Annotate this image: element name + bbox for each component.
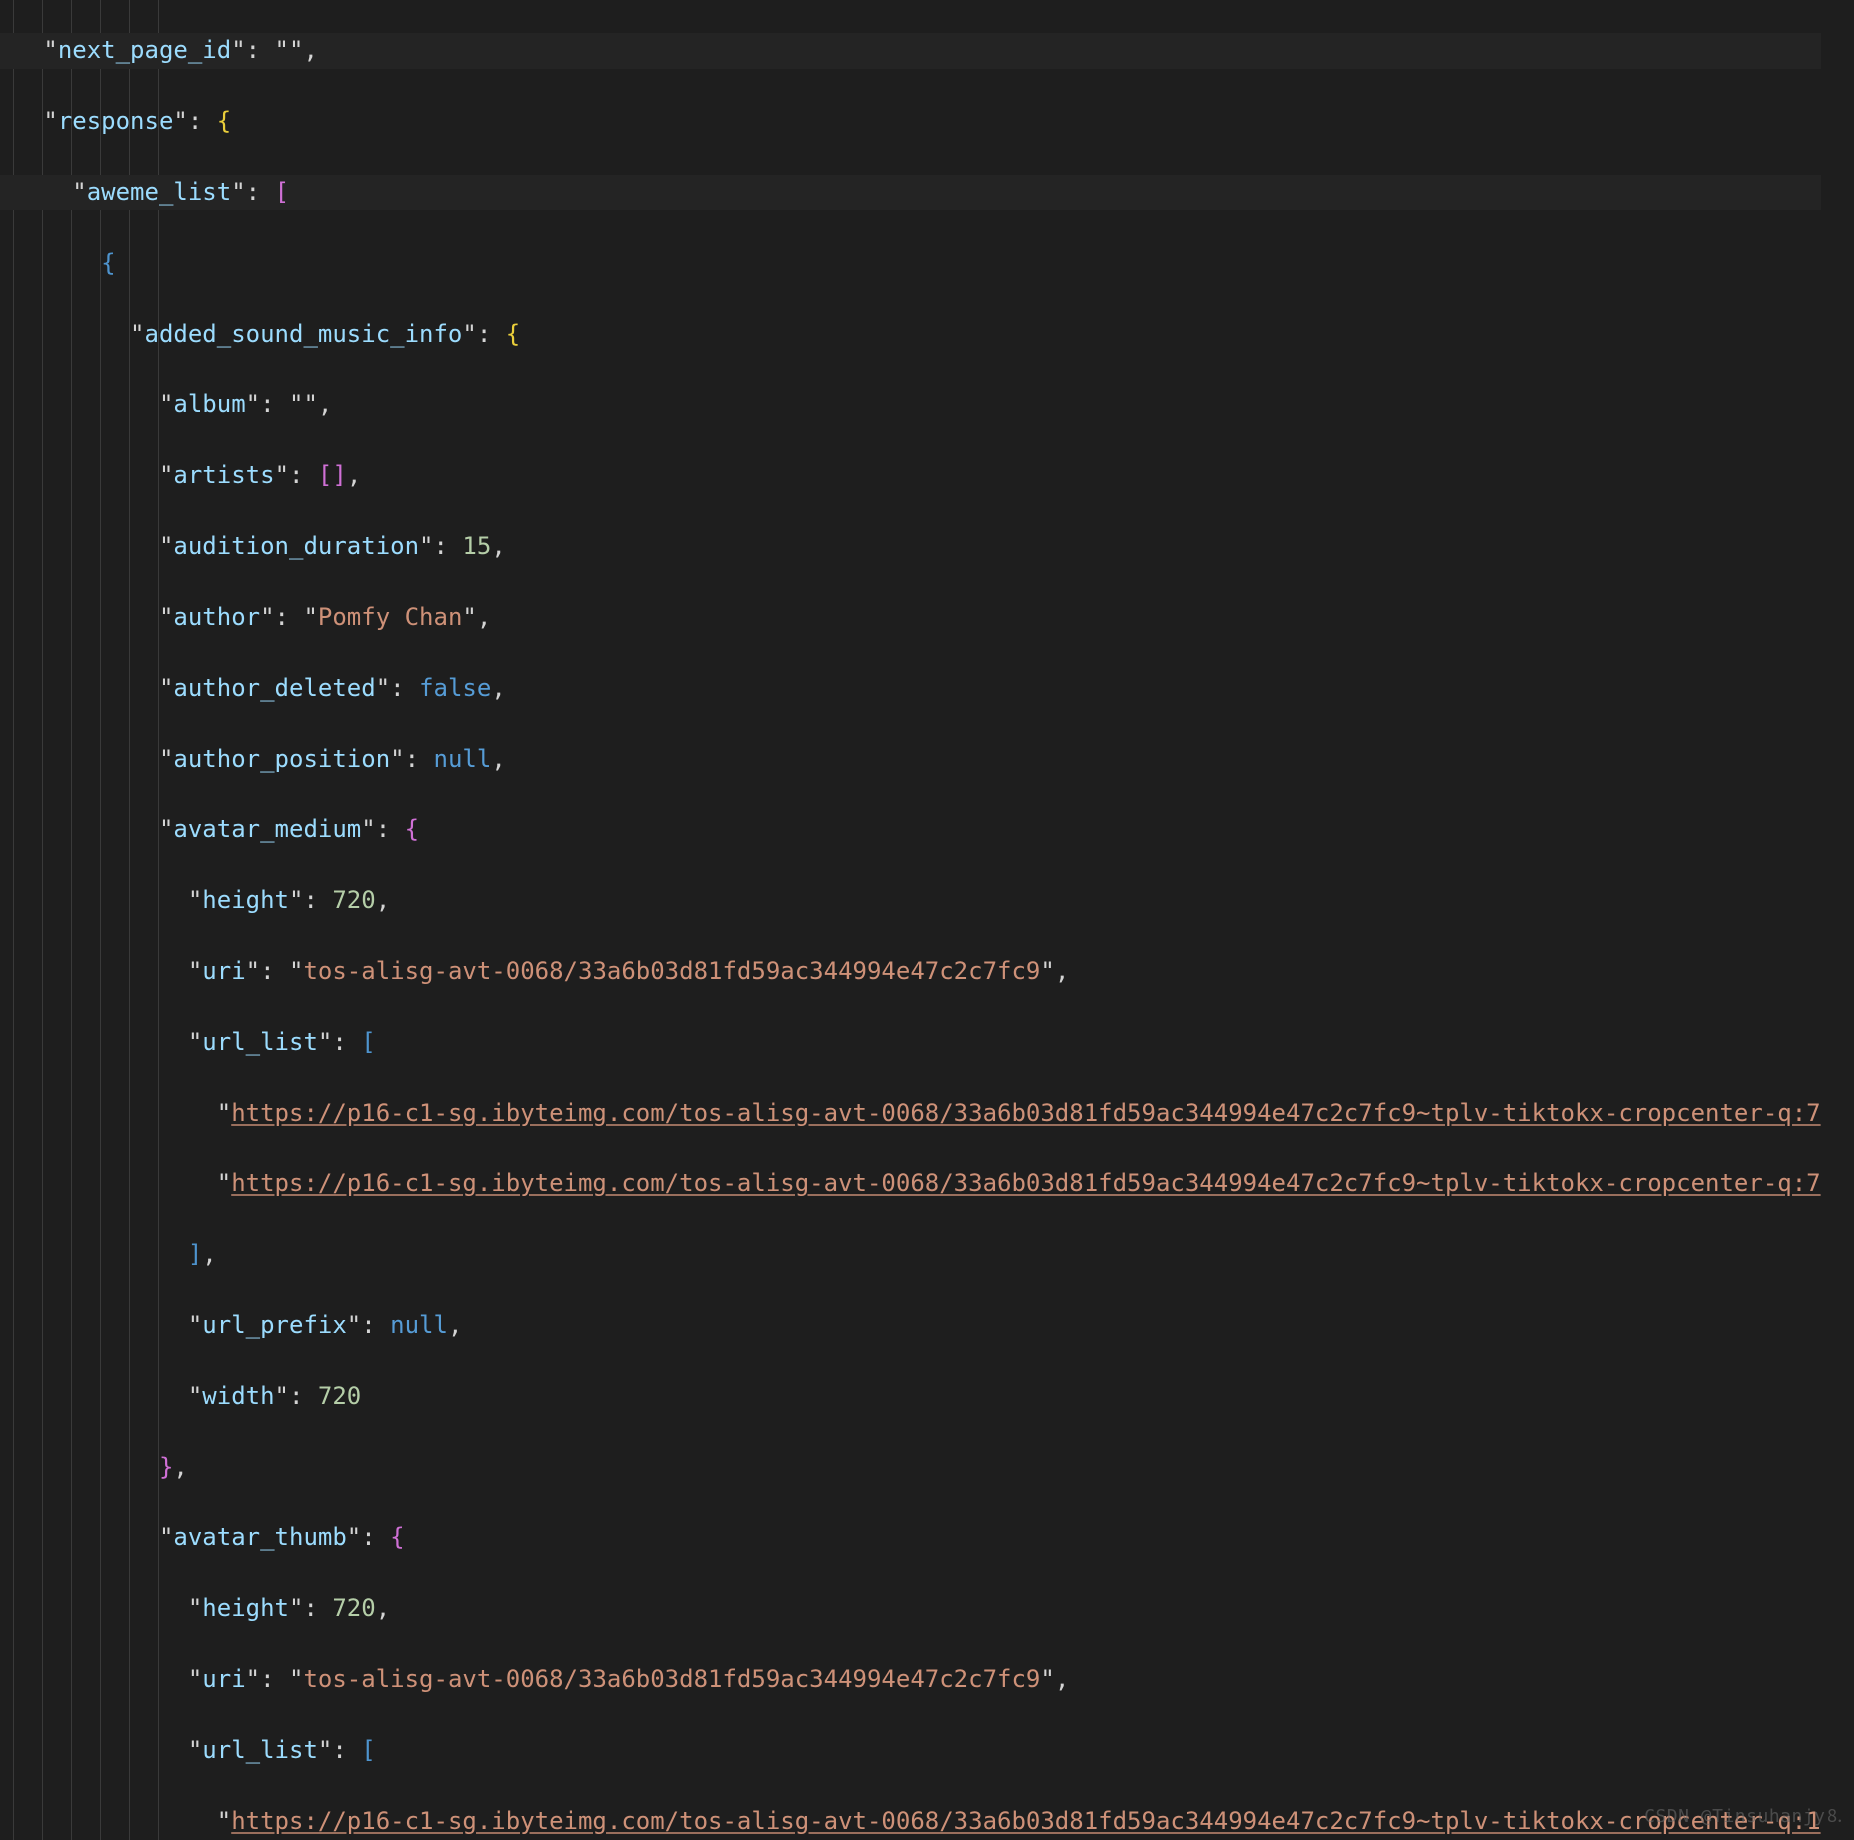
json-key: audition_duration — [173, 532, 419, 560]
json-key: next_page_id — [58, 36, 231, 64]
json-key: height — [202, 886, 289, 914]
json-code[interactable]: "next_page_id": "", "response": { "aweme… — [0, 0, 1821, 1840]
json-number: 15 — [462, 532, 491, 560]
json-url[interactable]: https://p16-c1-sg.ibyteimg.com/tos-alisg… — [231, 1099, 1820, 1127]
json-key: album — [173, 390, 245, 418]
json-url[interactable]: https://p16-c1-sg.ibyteimg.com/tos-alisg… — [231, 1169, 1820, 1197]
json-string: Pomfy Chan — [318, 603, 463, 631]
json-key: author — [173, 603, 260, 631]
json-key: uri — [202, 1665, 245, 1693]
json-key: height — [202, 1594, 289, 1622]
json-key: avatar_medium — [173, 815, 361, 843]
json-key: author_position — [173, 745, 390, 773]
json-number: 720 — [332, 1594, 375, 1622]
code-editor[interactable]: "next_page_id": "", "response": { "aweme… — [0, 0, 1854, 1840]
json-key: width — [202, 1382, 274, 1410]
json-key: uri — [202, 957, 245, 985]
json-number: 720 — [318, 1382, 361, 1410]
json-url[interactable]: https://p16-c1-sg.ibyteimg.com/tos-alisg… — [231, 1807, 1820, 1835]
json-string: tos-alisg-avt-0068/33a6b03d81fd59ac34499… — [303, 1665, 1040, 1693]
json-keyword: null — [390, 1311, 448, 1339]
json-keyword: false — [419, 674, 491, 702]
json-keyword: null — [434, 745, 492, 773]
watermark-text: CSDN @Tinsuhanjy⒏ — [1644, 1799, 1844, 1834]
json-key: added_sound_music_info — [145, 320, 463, 348]
json-key: author_deleted — [173, 674, 375, 702]
json-key: url_list — [202, 1028, 318, 1056]
json-key: response — [58, 107, 174, 135]
json-key: aweme_list — [87, 178, 232, 206]
json-key: avatar_thumb — [173, 1523, 346, 1551]
json-key: url_list — [202, 1736, 318, 1764]
json-number: 720 — [332, 886, 375, 914]
json-key: url_prefix — [202, 1311, 347, 1339]
json-string: tos-alisg-avt-0068/33a6b03d81fd59ac34499… — [303, 957, 1040, 985]
json-key: artists — [173, 461, 274, 489]
